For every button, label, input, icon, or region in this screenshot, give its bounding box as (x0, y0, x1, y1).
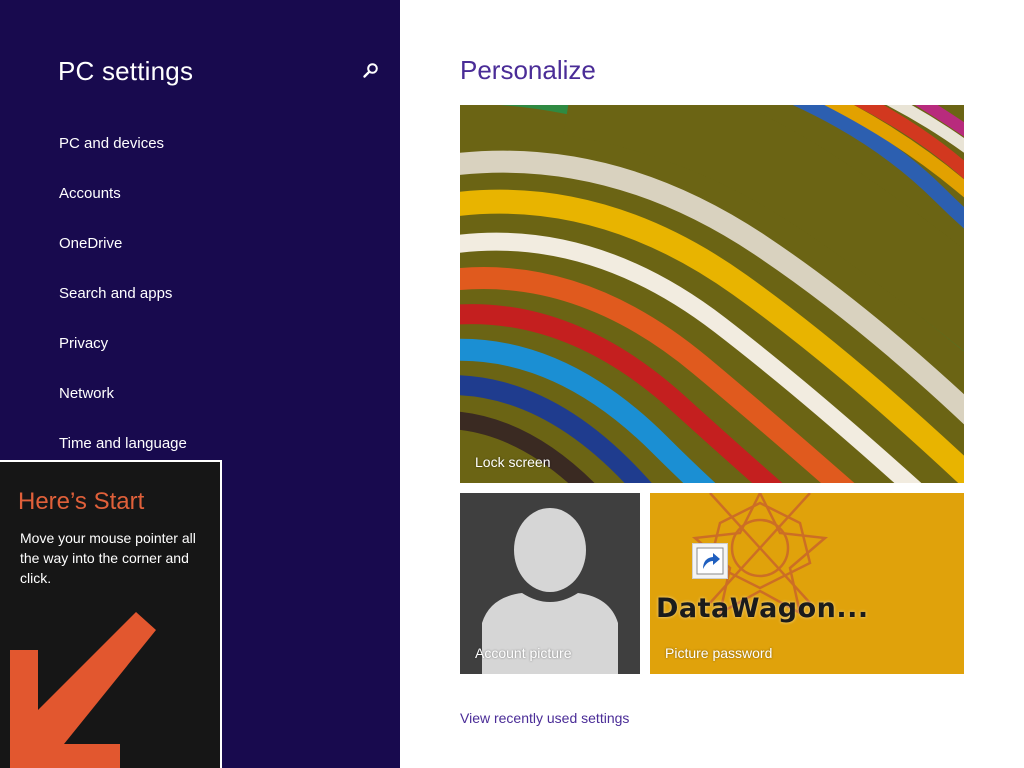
shortcut-arrow-icon (696, 547, 724, 575)
account-picture-label: Account picture (475, 645, 572, 661)
picture-password-label: Picture password (665, 645, 773, 661)
datawagon-shortcut-icon (692, 543, 728, 579)
nav-item-onedrive[interactable]: OneDrive (59, 234, 187, 284)
nav-item-accounts[interactable]: Accounts (59, 184, 187, 234)
nav-item-privacy[interactable]: Privacy (59, 334, 187, 384)
lock-screen-tile[interactable]: Lock screen (460, 105, 964, 483)
nav-item-search-and-apps[interactable]: Search and apps (59, 284, 187, 334)
tip-title: Here’s Start (18, 488, 145, 515)
lock-screen-image (460, 105, 964, 483)
nav-item-network[interactable]: Network (59, 384, 187, 434)
arrow-down-left-icon (10, 612, 156, 768)
datawagon-label: DataWagon... (656, 593, 869, 624)
search-icon (363, 63, 378, 78)
nav-title: PC settings (58, 56, 194, 86)
nav-item-pc-and-devices[interactable]: PC and devices (59, 134, 187, 184)
content-pane: Personalize Lock screen Account picture … (400, 0, 1024, 768)
view-recent-settings-link[interactable]: View recently used settings (460, 710, 629, 726)
tip-body: Move your mouse pointer all the way into… (20, 530, 196, 586)
search-button[interactable] (356, 56, 386, 86)
nav-list: PC and devices Accounts OneDrive Search … (59, 134, 187, 484)
page-title: Personalize (460, 55, 596, 85)
picture-password-tile[interactable]: DataWagon... Picture password (650, 493, 964, 674)
start-tip: Here’s Start Move your mouse pointer all… (0, 460, 222, 768)
account-picture-tile[interactable]: Account picture (460, 493, 640, 674)
lock-screen-label: Lock screen (475, 454, 551, 470)
